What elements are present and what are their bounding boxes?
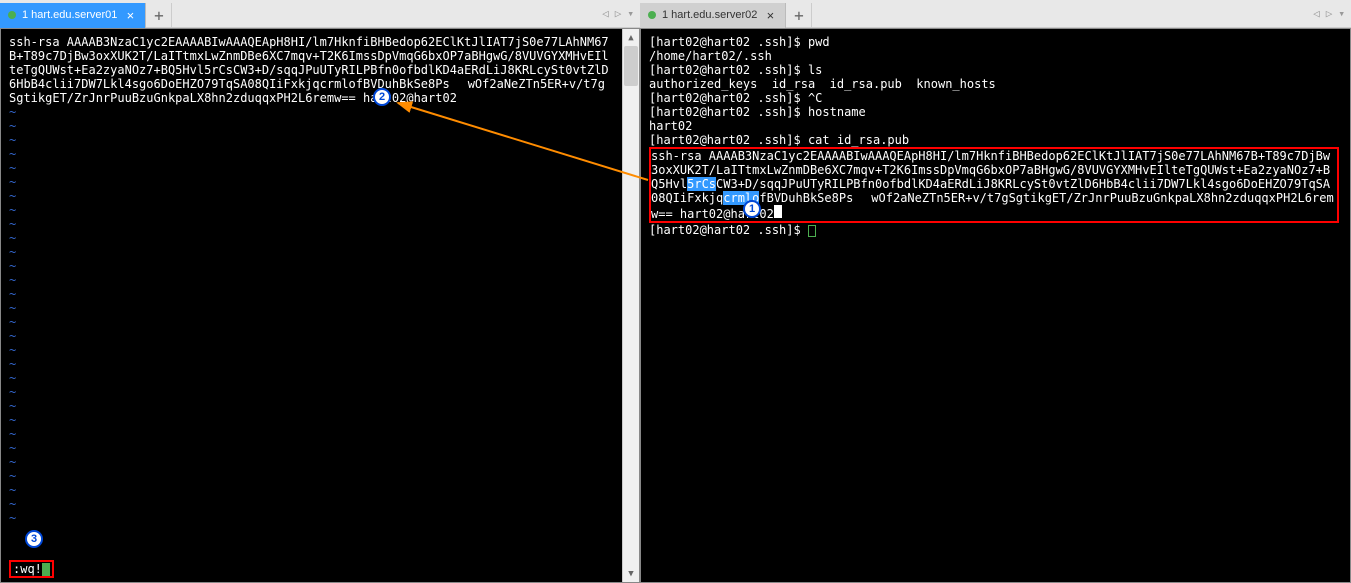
- add-tab-button[interactable]: +: [146, 3, 172, 28]
- prompt-line: [hart02@hart02 .ssh]$ hostname: [649, 105, 1342, 119]
- tab-bar-left: 1 hart.edu.server01 × + ◁ ▷ ▾: [0, 0, 640, 28]
- output-line: hart02: [649, 119, 1342, 133]
- right-pane: 1 hart.edu.server02 × + ◁ ▷ ▾ [hart02@ha…: [640, 0, 1351, 583]
- tab-bar-right: 1 hart.edu.server02 × + ◁ ▷ ▾: [640, 0, 1351, 28]
- vi-tilde-line: ~: [9, 119, 619, 133]
- vi-tilde-line: ~: [9, 413, 619, 427]
- tab-server02[interactable]: 1 hart.edu.server02 ×: [640, 3, 786, 28]
- scroll-up-icon[interactable]: ▲: [623, 29, 639, 46]
- vi-tilde-line: ~: [9, 161, 619, 175]
- scroll-down-icon[interactable]: ▼: [623, 565, 639, 582]
- tab-label: 1 hart.edu.server02: [662, 9, 757, 21]
- vi-tilde-line: ~: [9, 357, 619, 371]
- prompt-line: [hart02@hart02 .ssh]$ cat id_rsa.pub: [649, 133, 1342, 147]
- tab-next-icon[interactable]: ▷: [1324, 5, 1335, 22]
- cursor-icon: [42, 563, 50, 576]
- vi-tilde-line: ~: [9, 231, 619, 245]
- cursor-icon: [808, 225, 816, 237]
- left-pane: 1 hart.edu.server01 × + ◁ ▷ ▾ ssh-rsa AA…: [0, 0, 640, 583]
- vi-tilde-line: ~: [9, 343, 619, 357]
- vi-tilde-line: ~: [9, 301, 619, 315]
- vi-tilde-line: ~: [9, 371, 619, 385]
- prompt-line: [hart02@hart02 .ssh]$ ls: [649, 63, 1342, 77]
- vi-tilde-line: ~: [9, 399, 619, 413]
- add-tab-button[interactable]: +: [786, 3, 812, 28]
- vi-tilde-line: ~: [9, 245, 619, 259]
- vi-tilde-line: ~: [9, 455, 619, 469]
- tab-prev-icon[interactable]: ◁: [600, 5, 611, 22]
- vi-tilde-line: ~: [9, 511, 619, 525]
- terminal-right[interactable]: [hart02@hart02 .ssh]$ pwd /home/hart02/.…: [640, 28, 1351, 583]
- status-dot-icon: [8, 11, 16, 19]
- tab-nav-right: ◁ ▷ ▾: [1311, 5, 1347, 22]
- vi-tilde-line: ~: [9, 273, 619, 287]
- prompt-line: [hart02@hart02 .ssh]$: [649, 223, 1342, 237]
- scrollbar-vertical[interactable]: ▲ ▼: [622, 29, 639, 582]
- vi-tilde-line: ~: [9, 105, 619, 119]
- vi-tilde-line: ~: [9, 441, 619, 455]
- callout-1: 1: [743, 200, 761, 218]
- tab-label: 1 hart.edu.server01: [22, 9, 117, 21]
- vi-tilde-line: ~: [9, 217, 619, 231]
- vi-tilde-line: ~: [9, 259, 619, 273]
- vi-tilde-line: ~: [9, 483, 619, 497]
- vi-tilde-line: ~: [9, 203, 619, 217]
- tab-nav-left: ◁ ▷ ▾: [600, 5, 636, 22]
- vi-tilde-line: ~: [9, 385, 619, 399]
- vi-tilde-line: ~: [9, 469, 619, 483]
- vi-status-line: :wq!: [9, 560, 54, 578]
- tab-server01[interactable]: 1 hart.edu.server01 ×: [0, 3, 146, 28]
- callout-2: 2: [373, 88, 391, 106]
- close-icon[interactable]: ×: [763, 8, 777, 22]
- vi-tilde-line: ~: [9, 175, 619, 189]
- vi-tilde-line: ~: [9, 189, 619, 203]
- ssh-key-content: ssh-rsa AAAAB3NzaC1yc2EAAAABIwAAAQEApH8H…: [9, 35, 609, 105]
- vi-tilde-line: ~: [9, 497, 619, 511]
- vi-tilde-line: ~: [9, 133, 619, 147]
- callout-3: 3: [25, 530, 43, 548]
- prompt-line: [hart02@hart02 .ssh]$ ^C: [649, 91, 1342, 105]
- vi-tilde-line: ~: [9, 287, 619, 301]
- terminal-left[interactable]: ssh-rsa AAAAB3NzaC1yc2EAAAABIwAAAQEApH8H…: [0, 28, 640, 583]
- vi-tilde-line: ~: [9, 329, 619, 343]
- vi-tilde-line: ~: [9, 315, 619, 329]
- status-dot-icon: [648, 11, 656, 19]
- highlighted-text: 5rCs: [687, 177, 716, 191]
- close-icon[interactable]: ×: [123, 8, 137, 22]
- cursor-icon: [774, 205, 782, 218]
- output-line: authorized_keys id_rsa id_rsa.pub known_…: [649, 77, 1342, 91]
- tab-menu-icon[interactable]: ▾: [625, 5, 636, 22]
- output-line: /home/hart02/.ssh: [649, 49, 1342, 63]
- tab-next-icon[interactable]: ▷: [613, 5, 624, 22]
- tab-prev-icon[interactable]: ◁: [1311, 5, 1322, 22]
- prompt-line: [hart02@hart02 .ssh]$ pwd: [649, 35, 1342, 49]
- vi-tilde-line: ~: [9, 147, 619, 161]
- tab-menu-icon[interactable]: ▾: [1336, 5, 1347, 22]
- scrollbar-thumb[interactable]: [624, 46, 638, 86]
- vi-tilde-line: ~: [9, 427, 619, 441]
